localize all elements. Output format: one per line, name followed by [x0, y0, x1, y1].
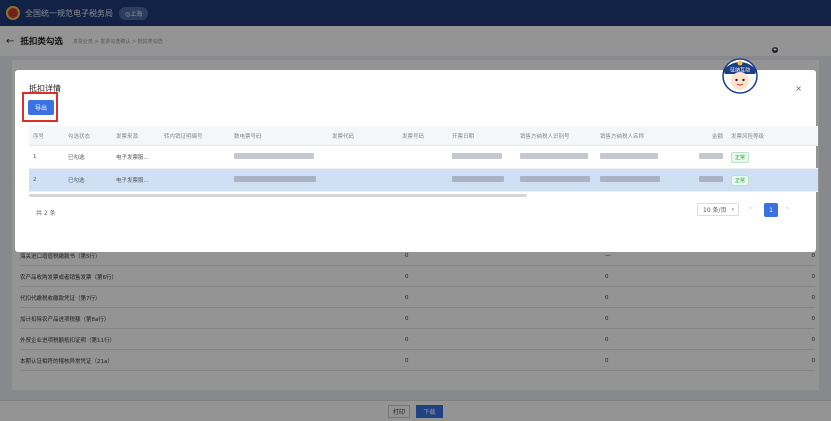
- check-status: 已勾选: [68, 178, 85, 184]
- page-size-select[interactable]: 10 条/页 ▾: [697, 203, 739, 216]
- issue-date: [448, 176, 516, 184]
- redacted-value: [234, 176, 316, 182]
- column-header: 序号: [33, 133, 45, 140]
- redacted-value: [520, 153, 588, 159]
- expand-icon[interactable]: +: [772, 47, 778, 53]
- redacted-value: [600, 176, 660, 182]
- risk-badge: 正常: [731, 174, 750, 186]
- issue-date: [448, 153, 516, 161]
- column-header: 发票来源: [116, 133, 139, 140]
- table-row[interactable]: 1 已勾选 电子发票服... 正常: [29, 146, 818, 169]
- redacted-value: [600, 153, 658, 159]
- seller-tax-id: [516, 176, 596, 184]
- column-header: 转内销证明编号: [164, 133, 203, 140]
- invoice-table: 序号 勾选状态 发票来源 转内销证明编号 数电票号码 发票代码 发票号码 开票日…: [29, 126, 818, 192]
- invoice-source: 电子发票服...: [116, 155, 149, 161]
- prev-page-button[interactable]: ‹: [749, 204, 752, 212]
- total-count: 共 2 条: [36, 210, 56, 217]
- e-invoice-number: [230, 176, 328, 184]
- column-header: 发票风险等级: [731, 133, 765, 140]
- table-row[interactable]: 2 已勾选 电子发票服... 正常: [29, 169, 818, 192]
- page-number-button[interactable]: 1: [764, 203, 778, 217]
- e-invoice-number: [230, 153, 328, 161]
- export-button[interactable]: 导出: [28, 100, 54, 115]
- column-header: 勾选状态: [68, 133, 91, 140]
- page-size-value: 10 条/页: [703, 207, 727, 214]
- invoice-source: 电子发票服...: [116, 178, 149, 184]
- assistant-mascot-icon[interactable]: 征纳互动: [717, 50, 763, 96]
- column-header: 数电票号码: [234, 133, 262, 140]
- risk-level: 正常: [727, 174, 787, 186]
- risk-level: 正常: [727, 151, 787, 163]
- next-page-button[interactable]: ›: [786, 204, 789, 212]
- redacted-value: [699, 176, 723, 182]
- redacted-value: [520, 176, 590, 182]
- mascot-label: 征纳互动: [730, 67, 750, 74]
- column-header: 销售方纳税人名称: [600, 133, 645, 140]
- redacted-value: [234, 153, 314, 159]
- redacted-value: [699, 153, 723, 159]
- column-header: 开票日期: [452, 133, 475, 140]
- amount: [666, 153, 727, 161]
- seller-name: [596, 153, 666, 161]
- column-header: 发票号码: [402, 133, 425, 140]
- column-header: 发票代码: [332, 133, 355, 140]
- row-number: 2: [33, 177, 37, 183]
- seller-name: [596, 176, 666, 184]
- chevron-down-icon: ▾: [731, 207, 734, 213]
- redacted-value: [452, 153, 502, 159]
- row-number: 1: [33, 154, 37, 160]
- amount: [666, 176, 727, 184]
- seller-tax-id: [516, 153, 596, 161]
- column-header: 销售方纳税人识别号: [520, 133, 570, 140]
- horizontal-scrollbar[interactable]: [29, 194, 527, 197]
- deduction-details-dialog: 抵扣详情 × 导出 序号 勾选状态 发票来源 转内销证明编号 数电票号码 发票代…: [15, 70, 818, 252]
- column-header: 金额: [711, 133, 723, 140]
- redacted-value: [452, 176, 504, 182]
- check-status: 已勾选: [68, 155, 85, 161]
- risk-badge: 正常: [731, 151, 750, 163]
- close-icon[interactable]: ×: [795, 84, 802, 93]
- table-header: 序号 勾选状态 发票来源 转内销证明编号 数电票号码 发票代码 发票号码 开票日…: [29, 126, 818, 146]
